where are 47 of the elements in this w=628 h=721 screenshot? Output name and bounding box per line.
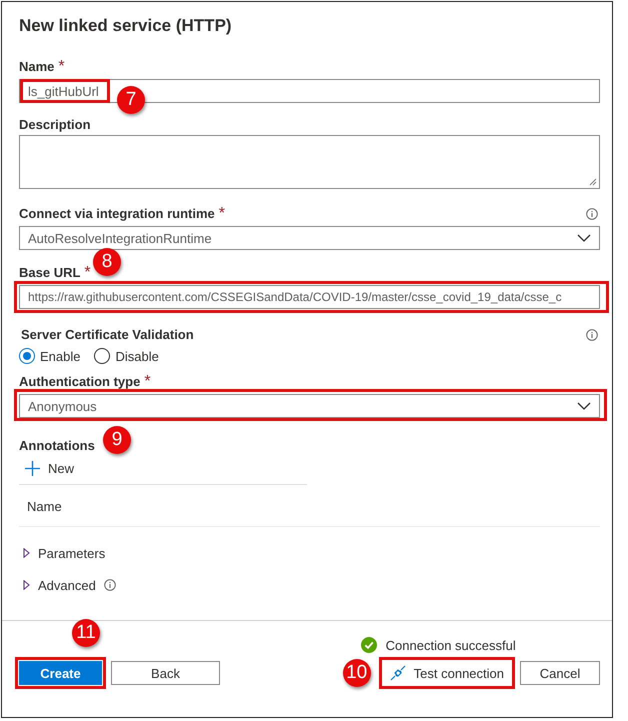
info-icon[interactable] [586,208,598,220]
required-mark: * [218,205,225,223]
dropdown[interactable]: Anonymous [19,394,600,418]
required-mark: * [144,373,151,391]
field-label: Base URL [19,265,80,280]
section-title: Annotations [19,438,95,453]
callout-badge: 9 [103,426,131,454]
description-field[interactable] [19,135,600,189]
required-mark: * [58,58,65,76]
required-mark: * [84,264,91,282]
new-annotation-button[interactable]: New [19,453,307,485]
create-button[interactable]: Create [19,661,102,685]
field-value: ls_gitHubUrl [20,79,110,103]
field-label: Description [19,117,91,132]
info-icon[interactable] [586,328,598,340]
status-message: Connection successful [386,638,516,652]
resize-grip-icon [589,178,597,186]
callout-badge: 8 [93,248,121,276]
chevron-down-icon [577,234,591,242]
field-label: Server Certificate Validation [21,327,194,342]
callout-badge: 10 [342,659,371,687]
expander-toggle[interactable]: Parameters [19,537,600,569]
field-label: Authentication type [19,374,140,389]
radio-button[interactable] [19,348,35,364]
dropdown[interactable]: AutoResolveIntegrationRuntime [19,226,600,250]
radio-option[interactable]: Disable [94,348,159,364]
plug-icon [390,665,406,681]
field-label: Name [19,59,54,74]
field-value: https://raw.githubusercontent.com/CSSEGISandData/COVID-19/master/csse_covid_19_data/csse_c [28,290,562,304]
success-icon [360,637,377,653]
chevron-down-icon [577,402,591,410]
radio-option[interactable]: Enable [19,348,80,364]
url-field[interactable]: https://raw.githubusercontent.com/CSSEGISandData/COVID-19/master/csse_covid_19_data/csse_c [19,285,600,309]
dropdown-value: Anonymous [28,398,97,414]
callout-badge: 7 [117,86,145,114]
dialog-title: New linked service (HTTP) [19,16,233,36]
back-button[interactable]: Back [111,661,220,685]
plus-icon [25,461,40,476]
callout-badge: 11 [72,619,100,647]
expander-toggle[interactable]: Advanced [19,569,600,601]
field-label: Connect via integration runtime [19,206,215,221]
column-header: Name [27,499,62,514]
radio-button[interactable] [94,348,110,364]
test-connection-button[interactable]: Test connection [382,661,511,685]
cancel-button[interactable]: Cancel [520,661,600,685]
info-icon[interactable] [104,579,116,591]
dropdown-value: AutoResolveIntegrationRuntime [28,230,212,246]
